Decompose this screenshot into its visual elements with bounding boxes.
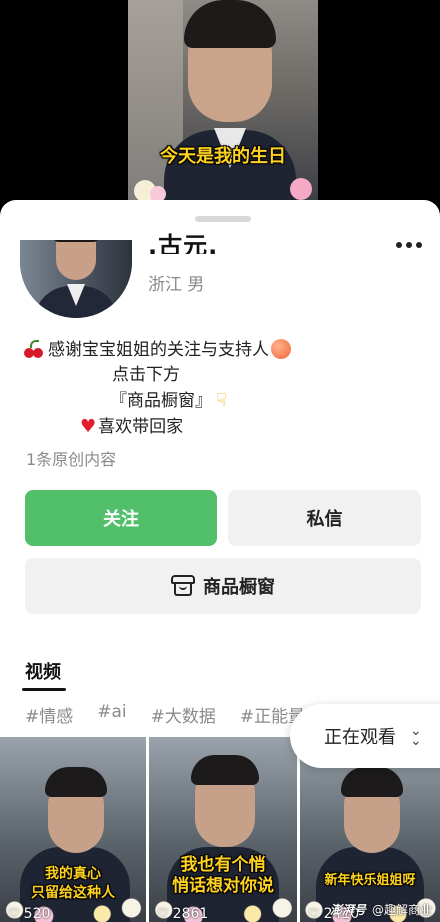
double-chevron-down-icon: ⌄ ⌄ — [410, 723, 422, 749]
bio-line-1: 感谢宝宝姐姐的关注与支持人 — [48, 340, 269, 360]
more-options-icon[interactable] — [396, 242, 422, 248]
original-content-count[interactable]: 1条原创内容 — [26, 446, 116, 470]
cherry-icon — [24, 340, 44, 358]
video-caption: 我也有个悄 悄话想对你说 — [172, 855, 274, 896]
tag-item[interactable]: #大数据 — [151, 702, 216, 727]
profile-card: .古元. 浙江 男 感谢宝宝姐姐的关注与支持人 点击下方 『商品橱窗』 ☟ ♥ 喜欢… — [0, 200, 440, 922]
watermark-account: @趣解商业 — [371, 903, 432, 917]
video-subtitle: 今天是我的生日 — [160, 146, 286, 167]
profile-location: 浙江 — [148, 275, 182, 295]
bio-line-3: 『商品橱窗』 — [110, 391, 212, 411]
heart-outline-icon: ♡ — [308, 906, 320, 922]
video-thumbnail[interactable]: 我的真心 只留给这种人 ♡ 520 — [0, 737, 146, 922]
video-frame: 今天是我的生日 — [128, 0, 318, 205]
message-button[interactable]: 私信 — [228, 490, 421, 546]
shop-window-button[interactable]: 商品橱窗 — [25, 558, 421, 614]
tag-list: #情感 #ai #大数据 #正能量 — [25, 702, 305, 727]
profile-name: .古元. — [148, 232, 219, 254]
video-preview[interactable]: 今天是我的生日 — [0, 0, 440, 205]
avatar[interactable] — [20, 240, 132, 318]
drag-handle[interactable] — [195, 216, 251, 222]
profile-gender: 男 — [187, 275, 205, 295]
watermark-brand: 澎湃号 — [329, 903, 366, 917]
heart-outline-icon: ♡ — [8, 906, 20, 922]
follow-button[interactable]: 关注 — [25, 490, 217, 546]
video-caption: 新年快乐姐姐呀 — [324, 873, 416, 888]
tag-item[interactable]: #ai — [97, 702, 126, 727]
bio-line-2: 点击下方 — [112, 365, 180, 385]
tab-video[interactable]: 视频 — [25, 658, 61, 684]
now-watching-label: 正在观看 — [324, 727, 396, 748]
profile-meta: 浙江 男 — [148, 270, 204, 295]
heart-outline-icon: ♡ — [157, 906, 169, 922]
bio-line-4: 喜欢带回家 — [98, 417, 184, 437]
watermark: 澎湃号 @趣解商业 — [330, 901, 432, 918]
like-count: ♡ 2861 — [157, 906, 209, 922]
tab-indicator — [22, 688, 66, 691]
profile-bio: 感谢宝宝姐姐的关注与支持人 点击下方 『商品橱窗』 ☟ ♥ 喜欢带回家 — [24, 338, 424, 440]
like-count: ♡ 520 — [8, 906, 51, 922]
shop-window-label: 商品橱窗 — [203, 577, 275, 598]
video-caption: 我的真心 只留给这种人 — [31, 866, 115, 901]
peach-icon — [271, 339, 291, 359]
pointing-down-icon: ☟ — [216, 390, 227, 411]
tag-item[interactable]: #情感 — [25, 702, 73, 727]
heart-icon: ♥ — [80, 416, 97, 437]
video-portrait — [164, 0, 296, 205]
shop-icon — [171, 575, 195, 597]
video-thumbnail[interactable]: 我也有个悄 悄话想对你说 ♡ 2861 — [149, 737, 297, 922]
now-watching-button[interactable]: 正在观看 ⌄ ⌄ — [290, 704, 440, 768]
